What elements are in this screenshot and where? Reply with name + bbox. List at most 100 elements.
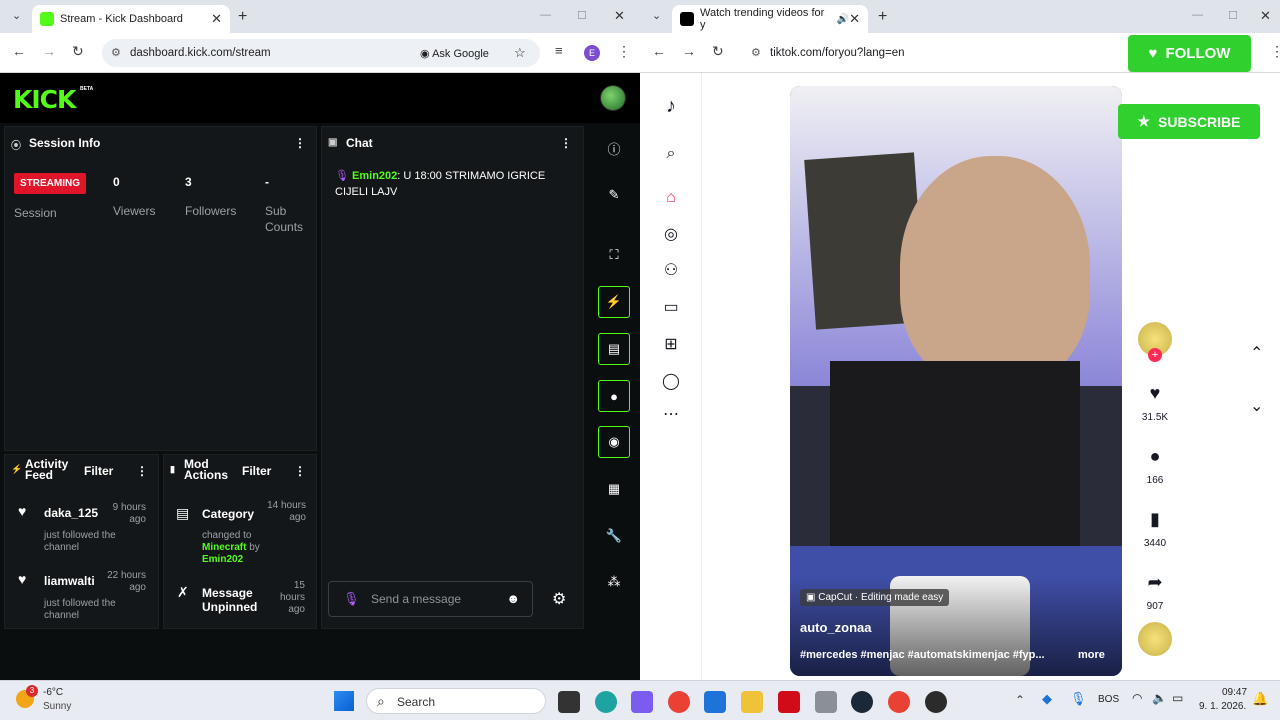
broadcast-toggle-icon[interactable]: ◉ — [598, 426, 630, 458]
steam-app-icon[interactable] — [851, 691, 873, 713]
mod-item-game[interactable]: Minecraft — [202, 542, 246, 553]
profile-avatar[interactable]: E — [584, 45, 600, 61]
profile-icon[interactable]: ◯ — [660, 370, 682, 392]
activity-user[interactable]: daka_125 — [44, 506, 98, 520]
maximize-icon[interactable]: ☐ — [1228, 9, 1238, 22]
speaker-icon[interactable]: 🔊 — [837, 14, 849, 25]
chrome-profile-app-icon[interactable] — [888, 691, 910, 713]
notification-bell-icon[interactable]: 🔔 — [1252, 691, 1268, 707]
forward-icon[interactable]: → — [42, 43, 56, 59]
browser-menu-icon[interactable]: ⋮ — [1270, 43, 1280, 60]
bookmark-star-icon[interactable]: ☆ — [514, 45, 526, 61]
media-controls-icon[interactable]: ≡ — [555, 43, 563, 58]
windows-start-icon[interactable] — [334, 691, 354, 711]
store-app-icon[interactable] — [704, 691, 726, 713]
subscribe-overlay-button[interactable]: ★ SUBSCRIBE — [1118, 104, 1260, 139]
explore-compass-icon[interactable]: ◎ — [660, 223, 682, 245]
activity-menu-icon[interactable]: ⋮ — [136, 464, 148, 478]
chrome-app-icon[interactable] — [668, 691, 690, 713]
mod-filter-button[interactable]: Filter — [242, 464, 271, 478]
netflix-app-icon[interactable] — [778, 691, 800, 713]
following-icon[interactable]: ⚇ — [660, 259, 682, 281]
kick-logo[interactable]: KICK — [13, 85, 76, 114]
wifi-icon[interactable]: ◠ — [1132, 691, 1142, 705]
address-bar[interactable]: ⚙ dashboard.kick.com/stream ◉ Ask Google… — [102, 39, 540, 67]
notes-icon[interactable]: ▤ — [598, 333, 630, 365]
mod-item-user[interactable]: Emin202 — [202, 554, 243, 565]
copilot-app-icon[interactable] — [631, 691, 653, 713]
session-menu-icon[interactable]: ⋮ — [294, 136, 306, 150]
live-tv-icon[interactable]: ▭ — [660, 296, 682, 318]
ask-google-button[interactable]: ◉ Ask Google — [420, 47, 489, 60]
video-author[interactable]: auto_zonaa — [800, 620, 872, 635]
music-disc[interactable] — [1138, 622, 1172, 656]
reload-icon[interactable]: ↻ — [712, 43, 724, 60]
back-icon[interactable]: ← — [12, 43, 26, 59]
site-info-icon[interactable]: ⚙ — [751, 46, 761, 59]
tray-chevron-icon[interactable]: ⌃ — [1015, 693, 1025, 707]
plugin-icon[interactable]: ⁂ — [598, 566, 630, 598]
new-tab-icon[interactable]: + — [878, 8, 887, 26]
chat-toggle-icon[interactable]: ● — [598, 380, 630, 412]
maximize-icon[interactable]: ☐ — [577, 9, 587, 22]
info-icon[interactable]: ⓘ — [598, 132, 630, 164]
video-player[interactable]: ▣ CapCut · Editing made easy auto_zonaa … — [790, 86, 1122, 676]
taskbar-search[interactable]: ⌕ Search — [366, 688, 546, 714]
mic-tray-icon[interactable]: 🎙 — [1070, 691, 1087, 707]
chevron-down-icon[interactable]: ⌄ — [1250, 396, 1263, 416]
chat-settings-gear-icon[interactable]: ⚙ — [552, 589, 566, 609]
chat-username[interactable]: Emin202 — [352, 170, 397, 182]
clock-date[interactable]: 9. 1. 2026. — [1199, 701, 1246, 712]
follow-plus-icon[interactable]: + — [1148, 348, 1162, 362]
upload-icon[interactable]: ⊞ — [660, 333, 682, 355]
edge-app-icon[interactable] — [595, 691, 617, 713]
activity-filter-button[interactable]: Filter — [84, 464, 113, 478]
back-icon[interactable]: ← — [652, 43, 666, 59]
volume-icon[interactable]: 🔈 — [1152, 691, 1167, 705]
minimize-icon[interactable]: — — [540, 9, 551, 21]
more-icon[interactable]: ⋯ — [660, 403, 682, 425]
emoji-icon[interactable]: ☻ — [506, 591, 520, 606]
share-icon[interactable]: ➦ — [1140, 567, 1170, 597]
user-avatar[interactable] — [600, 85, 626, 111]
capcut-badge[interactable]: ▣ CapCut · Editing made easy — [800, 589, 950, 606]
obs-app-icon[interactable] — [925, 691, 947, 713]
security-tray-icon[interactable]: ◆ — [1042, 691, 1052, 707]
search-icon[interactable]: ⌕ — [660, 143, 682, 165]
battery-icon[interactable]: ▭ — [1172, 691, 1183, 705]
chat-input[interactable]: 🎙 Send a message ☻ — [328, 581, 533, 617]
tab-close-icon[interactable]: ✕ — [849, 11, 860, 27]
bookmark-icon[interactable]: ▮ — [1140, 504, 1170, 534]
tiktok-logo-icon[interactable]: ♪ — [660, 95, 682, 117]
like-heart-icon[interactable]: ♥ — [1140, 378, 1170, 408]
tab-search-chevron-icon[interactable]: ⌄ — [12, 9, 21, 22]
edit-pencil-icon[interactable]: ✎ — [598, 179, 630, 211]
new-tab-icon[interactable]: + — [238, 8, 247, 26]
more-link[interactable]: more — [1078, 649, 1105, 661]
close-window-icon[interactable]: ✕ — [1260, 8, 1271, 24]
follow-overlay-button[interactable]: ♥ FOLLOW — [1128, 35, 1251, 72]
forward-icon[interactable]: → — [682, 43, 696, 59]
tab-close-icon[interactable]: ✕ — [211, 11, 222, 27]
mod-menu-icon[interactable]: ⋮ — [294, 464, 306, 478]
minimize-icon[interactable]: — — [1192, 9, 1203, 21]
address-bar[interactable]: ⚙ tiktok.com/foryou?lang=en — [742, 39, 1122, 67]
tab-tiktok[interactable]: Watch trending videos for y 🔊 ✕ — [672, 5, 868, 33]
layout-icon[interactable]: ▦ — [598, 473, 630, 505]
terminal-app-icon[interactable] — [558, 691, 580, 713]
quick-actions-lightning-icon[interactable]: ⚡ — [598, 286, 630, 318]
wrench-icon[interactable]: 🔧 — [598, 520, 630, 552]
close-window-icon[interactable]: ✕ — [614, 8, 625, 24]
file-explorer-icon[interactable] — [741, 691, 763, 713]
reload-icon[interactable]: ↻ — [72, 43, 84, 60]
site-info-icon[interactable]: ⚙ — [111, 46, 121, 59]
home-icon[interactable]: ⌂ — [660, 187, 682, 209]
clock-time[interactable]: 09:47 — [1222, 687, 1247, 698]
activity-user[interactable]: liamwalti — [44, 574, 95, 588]
tab-search-chevron-icon[interactable]: ⌄ — [652, 9, 661, 22]
browser-menu-icon[interactable]: ⋮ — [617, 43, 631, 60]
tab-kick-dashboard[interactable]: Stream - Kick Dashboard ✕ — [32, 5, 230, 33]
chat-menu-icon[interactable]: ⋮ — [560, 136, 572, 150]
comment-icon[interactable]: ● — [1140, 441, 1170, 471]
chevron-up-icon[interactable]: ⌃ — [1250, 343, 1263, 363]
